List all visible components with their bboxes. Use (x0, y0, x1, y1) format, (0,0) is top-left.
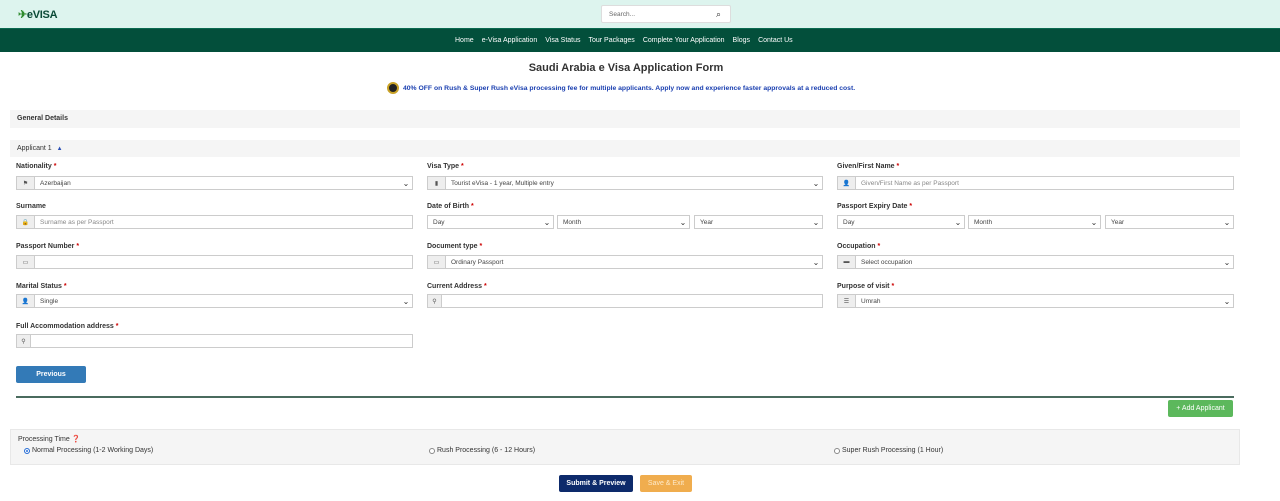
chevron-down-icon: ⌄ (812, 217, 820, 227)
document-type-select[interactable]: ▭ Ordinary Passport ⌄ (427, 255, 823, 269)
info-icon[interactable]: ❓ (72, 436, 81, 443)
map-marker-icon: ⚲ (17, 335, 31, 347)
applicant-toggle[interactable]: Applicant 1 ▲ (10, 140, 1240, 157)
visa-type-label: Visa Type * (427, 163, 464, 170)
processing-time-label: Processing Time ❓ (18, 436, 81, 443)
accommodation-input[interactable]: ⚲ (16, 334, 413, 348)
chevron-down-icon: ⌄ (954, 217, 962, 227)
plane-icon: ✈ (18, 9, 27, 21)
nav-complete-application[interactable]: Complete Your Application (643, 37, 725, 44)
dob-label: Date of Birth * (427, 203, 474, 210)
dob-month-select[interactable]: Month ⌄ (557, 215, 690, 229)
book-icon: ▮ (428, 177, 446, 189)
first-name-label: Given/First Name * (837, 163, 900, 170)
chevron-down-icon: ⌄ (1223, 257, 1231, 267)
main-nav: Home e-Visa Application Visa Status Tour… (0, 28, 1280, 52)
first-name-input[interactable]: 👤 Given/First Name as per Passport (837, 176, 1234, 190)
page-title: Saudi Arabia e Visa Application Form (528, 62, 724, 74)
lock-icon: 🔒 (17, 216, 35, 228)
nav-visa-status[interactable]: Visa Status (545, 37, 580, 44)
save-exit-button[interactable]: Save & Exit (640, 475, 692, 492)
occupation-select[interactable]: ▬ Select occupation ⌄ (837, 255, 1234, 269)
marital-status-select[interactable]: 👤 Single ⌄ (16, 294, 413, 308)
dob-year-select[interactable]: Year ⌄ (694, 215, 823, 229)
passport-number-input[interactable]: ▭ (16, 255, 413, 269)
logo-text: eVISA (26, 9, 58, 21)
nav-blogs[interactable]: Blogs (733, 37, 751, 44)
surname-placeholder: Surname as per Passport (40, 218, 114, 226)
applicant-title: Applicant 1 (17, 145, 52, 152)
nav-home[interactable]: Home (455, 37, 474, 44)
discount-coin-icon (387, 82, 399, 94)
flag-icon: ⚑ (17, 177, 35, 189)
visa-type-select[interactable]: ▮ Tourist eVisa - 1 year, Multiple entry ⌄ (427, 176, 823, 190)
expiry-day-select[interactable]: Day ⌄ (837, 215, 965, 229)
list-icon: ☰ (838, 295, 856, 307)
nav-evisa-application[interactable]: e-Visa Application (482, 37, 538, 44)
expiry-year-select[interactable]: Year ⌄ (1105, 215, 1234, 229)
current-address-label: Current Address * (427, 283, 487, 290)
expiry-label: Passport Expiry Date * (837, 203, 913, 210)
nationality-label: Nationality * (16, 163, 57, 170)
nationality-value: Azerbaijan (40, 179, 71, 187)
purpose-label: Purpose of visit * (837, 283, 895, 290)
previous-button[interactable]: Previous (16, 366, 86, 383)
chevron-down-icon: ⌄ (1090, 217, 1098, 227)
chevron-down-icon: ⌄ (679, 217, 687, 227)
purpose-select[interactable]: ☰ Umrah ⌄ (837, 294, 1234, 308)
surname-label: Surname (16, 203, 46, 210)
caret-up-icon: ▲ (56, 146, 63, 152)
nationality-select[interactable]: ⚑ Azerbaijan ⌄ (16, 176, 413, 190)
dob-day-select[interactable]: Day ⌄ (427, 215, 554, 229)
marital-status-label: Marital Status * (16, 283, 67, 290)
visa-type-value: Tourist eVisa - 1 year, Multiple entry (451, 179, 554, 187)
radio-normal-processing[interactable]: Normal Processing (1-2 Working Days) (24, 447, 153, 454)
briefcase-icon: ▬ (838, 256, 856, 268)
general-details-header: General Details (10, 110, 1240, 128)
current-address-input[interactable]: ⚲ (427, 294, 823, 308)
search-placeholder: Search... (609, 11, 636, 18)
occupation-label: Occupation * (837, 243, 881, 250)
chevron-down-icon: ⌄ (402, 178, 410, 188)
chevron-down-icon: ⌄ (543, 217, 551, 227)
chevron-down-icon: ⌄ (1223, 217, 1231, 227)
map-marker-icon: ⚲ (428, 295, 442, 307)
chevron-down-icon: ⌄ (812, 178, 820, 188)
divider (16, 396, 1234, 398)
document-type-label: Document type * (427, 243, 483, 250)
radio-rush-processing[interactable]: Rush Processing (6 - 12 Hours) (429, 447, 535, 454)
id-card-icon: ▭ (428, 256, 446, 268)
submit-preview-button[interactable]: Submit & Preview (559, 475, 633, 492)
promo-banner: 40% OFF on Rush & Super Rush eVisa proce… (387, 82, 855, 94)
expiry-month-select[interactable]: Month ⌄ (968, 215, 1101, 229)
nav-contact-us[interactable]: Contact Us (758, 37, 793, 44)
chevron-down-icon: ⌄ (812, 257, 820, 267)
surname-input[interactable]: 🔒 Surname as per Passport (16, 215, 413, 229)
search-icon[interactable]: ⌕ (716, 9, 721, 20)
promo-text: 40% OFF on Rush & Super Rush eVisa proce… (403, 84, 856, 92)
radio-super-rush-processing[interactable]: Super Rush Processing (1 Hour) (834, 447, 943, 454)
chevron-down-icon: ⌄ (402, 296, 410, 306)
add-applicant-button[interactable]: + Add Applicant (1168, 400, 1233, 417)
first-name-placeholder: Given/First Name as per Passport (861, 179, 959, 187)
logo[interactable]: ✈eVISA (18, 8, 58, 21)
id-card-icon: ▭ (17, 256, 35, 268)
user-icon: 👤 (17, 295, 35, 307)
accommodation-label: Full Accommodation address * (16, 323, 119, 330)
search-input[interactable]: Search... ⌕ (601, 5, 731, 23)
chevron-down-icon: ⌄ (1223, 296, 1231, 306)
user-icon: 👤 (838, 177, 856, 189)
nav-tour-packages[interactable]: Tour Packages (589, 37, 635, 44)
processing-time-panel: Processing Time ❓ Normal Processing (1-2… (10, 429, 1240, 465)
passport-number-label: Passport Number * (16, 243, 80, 250)
